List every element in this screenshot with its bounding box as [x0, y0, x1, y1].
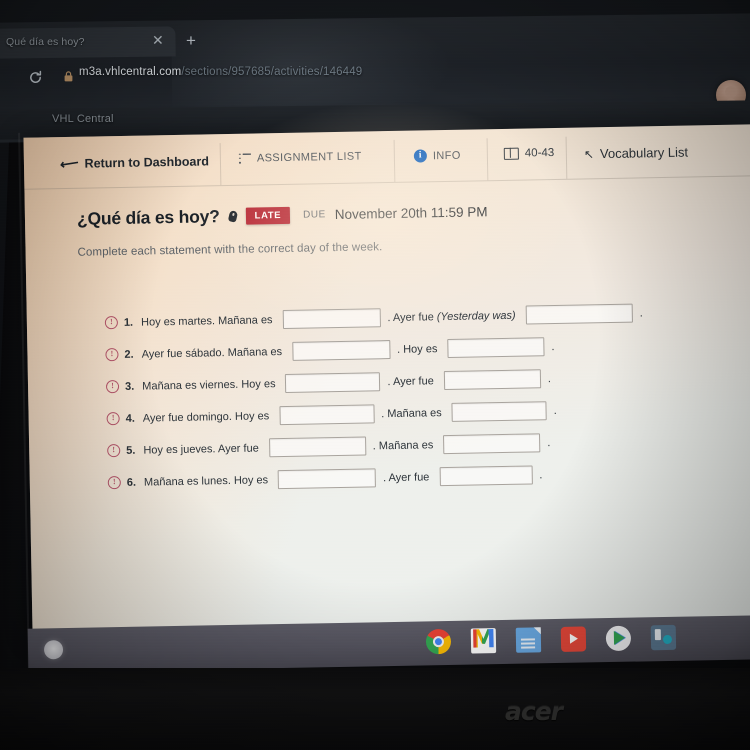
lock-icon[interactable]	[64, 71, 73, 82]
web-page: ⟵ Return to Dashboard ASSIGNMENT LIST i …	[23, 87, 750, 638]
question-text: .	[539, 468, 543, 481]
question-text: Ayer fue domingo. Hoy es	[142, 409, 270, 425]
address-bar[interactable]: m3a.vhlcentral.com/sections/957685/activ…	[79, 66, 362, 78]
question-text: .	[551, 340, 555, 353]
question-text: Hoy es martes. Mañana es	[140, 313, 273, 329]
warning-icon: !	[105, 380, 120, 394]
warning-icon: !	[105, 348, 119, 362]
tab-strip	[0, 13, 750, 59]
question-text: Mañana es viernes. Hoy es	[142, 377, 276, 393]
vocabulary-list-label: Vocabulary List	[599, 144, 689, 162]
question-row: ! 3. Mañana es viernes. Hoy es . Ayer fue.	[105, 364, 706, 398]
page-title: ¿Qué día es hoy?	[76, 206, 220, 229]
question-text: . Mañana es	[372, 438, 434, 452]
question-text: . Hoy es	[396, 342, 438, 356]
return-to-dashboard-label: Return to Dashboard	[84, 154, 210, 171]
question-number: 5.	[126, 444, 136, 457]
reload-icon[interactable]	[28, 70, 43, 85]
nav-divider	[565, 136, 568, 179]
nav-divider	[486, 138, 489, 181]
question-row: ! 6. Mañana es lunes. Hoy es . Ayer fue.	[107, 460, 708, 494]
arrow-northeast-icon: ↖	[583, 146, 595, 161]
assignment-list-button[interactable]: ASSIGNMENT LIST	[238, 150, 362, 165]
warning-icon: !	[107, 476, 121, 490]
activity-navbar: ⟵ Return to Dashboard ASSIGNMENT LIST i …	[23, 133, 750, 190]
warning-icon: !	[107, 444, 121, 458]
activity-header: ¿Qué día es hoy? LATE DUE November 20th …	[77, 201, 488, 230]
url-path: /sections/957685/activities/146449	[181, 66, 363, 78]
instructions-text: Complete each statement with the correct…	[77, 241, 383, 259]
science-app-icon[interactable]	[650, 624, 677, 651]
brand-logo: acer	[505, 697, 563, 726]
info-label: INFO	[432, 149, 461, 162]
mouse-icon	[227, 210, 238, 223]
pages-button[interactable]: 40-43	[503, 147, 555, 160]
vocabulary-list-button[interactable]: ↖ Vocabulary List	[584, 145, 688, 162]
bookmark-vhl-central[interactable]: VHL Central	[52, 113, 114, 125]
answer-input[interactable]	[451, 401, 547, 422]
question-text: .	[547, 436, 551, 449]
play-store-icon[interactable]	[605, 625, 632, 652]
answer-input[interactable]	[285, 372, 381, 393]
answer-input[interactable]	[291, 340, 391, 361]
answer-input[interactable]	[443, 433, 541, 455]
answer-input[interactable]	[282, 308, 381, 330]
answer-input[interactable]	[525, 303, 633, 325]
back-arrow-icon: ⟵	[58, 154, 80, 173]
laptop-screen: Qué día es hoy? ✕ + m3a.vhlcentral.com/s…	[0, 0, 750, 672]
return-to-dashboard-button[interactable]: ⟵ Return to Dashboard	[58, 153, 210, 173]
nav-divider	[219, 143, 222, 186]
warning-icon: !	[104, 316, 119, 330]
question-row: ! 1. Hoy es martes. Mañana es . Ayer fue (Y…	[104, 300, 705, 334]
youtube-icon[interactable]	[560, 626, 587, 652]
info-button[interactable]: i INFO	[413, 149, 461, 163]
question-text: . Mañana es	[381, 406, 442, 420]
question-number: 6.	[126, 476, 137, 489]
answer-input[interactable]	[268, 436, 366, 458]
book-icon	[503, 147, 519, 160]
laptop-photo: Qué día es hoy? ✕ + m3a.vhlcentral.com/s…	[0, 0, 750, 750]
assignment-list-label: ASSIGNMENT LIST	[256, 150, 362, 165]
question-text: .	[547, 372, 551, 385]
question-text: . Ayer fue (Yesterday was)	[387, 309, 516, 324]
question-number: 2.	[124, 348, 134, 361]
pages-label: 40-43	[524, 147, 555, 160]
url-host: m3a.vhlcentral.com	[79, 66, 182, 78]
info-icon: i	[413, 149, 427, 163]
question-list: ! 1. Hoy es martes. Mañana es . Ayer fue (Y…	[104, 300, 708, 503]
google-docs-icon[interactable]	[515, 627, 542, 653]
question-number: 3.	[124, 380, 135, 393]
tab-title[interactable]: Qué día es hoy?	[6, 36, 85, 48]
question-text: .	[553, 404, 557, 417]
question-row: ! 5. Hoy es jueves. Ayer fue . Mañana es.	[107, 428, 707, 462]
answer-input[interactable]	[443, 369, 541, 391]
status-badge: LATE	[245, 206, 291, 225]
question-text: Hoy es jueves. Ayer fue	[143, 441, 259, 457]
shelf-app-icons	[425, 624, 677, 655]
nav-divider	[393, 139, 396, 182]
answer-input[interactable]	[277, 468, 377, 490]
question-text: Mañana es lunes. Hoy es	[143, 473, 269, 489]
laptop-deck	[0, 668, 750, 750]
warning-icon: !	[106, 412, 120, 426]
question-row: ! 2. Ayer fue sábado. Mañana es . Hoy es.	[105, 332, 705, 366]
question-text: Ayer fue sábado. Mañana es	[141, 345, 283, 361]
due-label: DUE	[303, 209, 326, 221]
gmail-icon[interactable]	[470, 628, 497, 654]
question-number: 4.	[125, 412, 135, 425]
chrome-icon[interactable]	[425, 628, 452, 655]
answer-input[interactable]	[279, 404, 375, 426]
answer-input[interactable]	[447, 337, 545, 358]
question-text: .	[639, 306, 643, 319]
launcher-icon[interactable]	[43, 640, 64, 660]
question-text: . Ayer fue	[382, 470, 430, 484]
question-row: ! 4. Ayer fue domingo. Hoy es . Mañana es.	[106, 396, 706, 430]
answer-input[interactable]	[439, 465, 533, 487]
question-number: 1.	[123, 316, 134, 329]
new-tab-icon[interactable]: +	[186, 32, 196, 49]
due-date: November 20th 11:59 PM	[334, 204, 488, 223]
list-icon	[238, 153, 251, 164]
close-icon[interactable]: ✕	[152, 33, 164, 47]
question-text: . Ayer fue	[387, 374, 434, 388]
